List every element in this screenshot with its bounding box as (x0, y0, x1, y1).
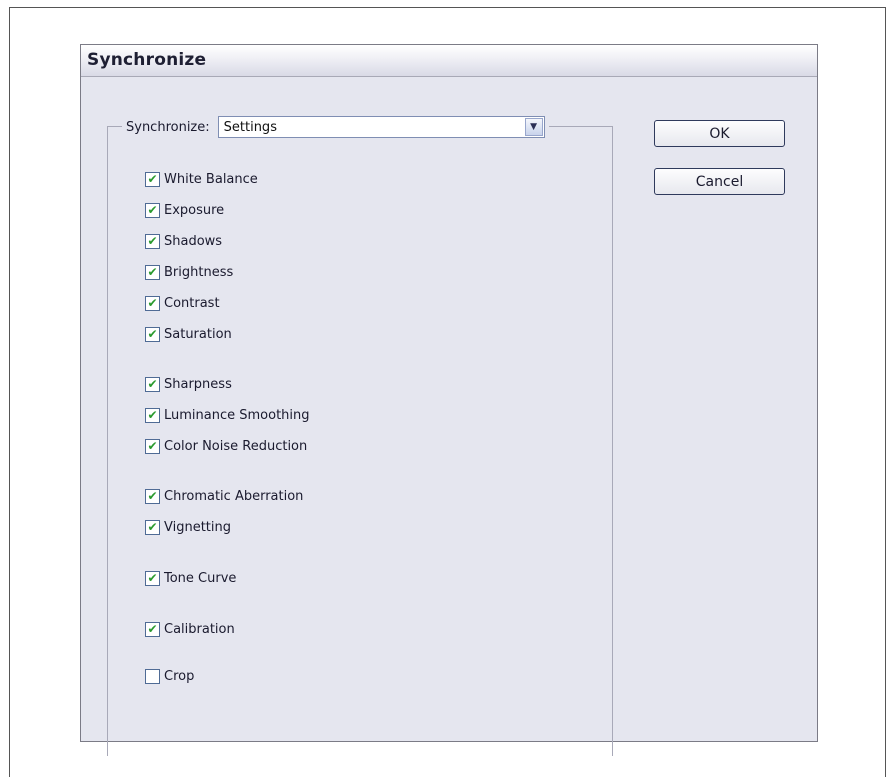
option-brightness[interactable]: ✔ Brightness (145, 262, 233, 282)
ok-button[interactable]: OK (654, 120, 785, 147)
option-label: Brightness (164, 264, 234, 280)
chevron-down-icon[interactable]: ▼ (524, 118, 543, 136)
option-chromatic-aberration[interactable]: ✔ Chromatic Aberration (145, 486, 303, 506)
option-crop[interactable]: Crop (145, 666, 194, 686)
checkbox[interactable]: ✔ (145, 295, 160, 311)
title-bar: Synchronize (81, 45, 817, 77)
option-label: Exposure (164, 202, 225, 218)
option-contrast[interactable]: ✔ Contrast (145, 293, 220, 313)
checkbox[interactable]: ✔ (145, 233, 160, 249)
checkbox[interactable]: ✔ (145, 438, 160, 454)
checkbox[interactable]: ✔ (145, 407, 160, 423)
option-label: Sharpness (164, 376, 232, 392)
checkbox[interactable]: ✔ (145, 488, 160, 504)
synchronize-dialog: Synchronize Synchronize: Settings ▼ ✔ Wh… (80, 44, 818, 756)
option-luminance-smoothing[interactable]: ✔ Luminance Smoothing (145, 405, 310, 425)
option-label: Contrast (164, 295, 220, 311)
option-calibration[interactable]: ✔ Calibration (145, 619, 235, 639)
checkbox[interactable]: ✔ (145, 570, 160, 586)
option-white-balance[interactable]: ✔ White Balance (145, 169, 258, 189)
option-label: Tone Curve (164, 570, 237, 586)
option-label: Shadows (164, 233, 223, 249)
option-tone-curve[interactable]: ✔ Tone Curve (145, 568, 236, 588)
checkbox[interactable]: ✔ (145, 264, 160, 280)
option-label: Chromatic Aberration (164, 488, 304, 504)
synchronize-select[interactable]: Settings ▼ (217, 116, 545, 138)
option-label: Luminance Smoothing (164, 407, 310, 423)
checkbox[interactable]: ✔ (145, 202, 160, 218)
synchronize-label: Synchronize: (126, 119, 210, 135)
checkbox[interactable]: ✔ (145, 326, 160, 342)
option-exposure[interactable]: ✔ Exposure (145, 200, 224, 220)
option-label: Calibration (164, 621, 235, 637)
dialog-title: Synchronize (87, 50, 207, 70)
option-label: Crop (164, 668, 195, 684)
synchronize-select-value: Settings (223, 119, 277, 135)
option-label: Color Noise Reduction (164, 438, 308, 454)
option-sharpness[interactable]: ✔ Sharpness (145, 374, 232, 394)
cancel-button[interactable]: Cancel (654, 168, 785, 195)
checkbox[interactable] (145, 668, 160, 684)
option-label: Vignetting (164, 519, 232, 535)
checkbox[interactable]: ✔ (145, 519, 160, 535)
option-vignetting[interactable]: ✔ Vignetting (145, 517, 231, 537)
synchronize-header: Synchronize: Settings ▼ (122, 116, 549, 138)
option-label: Saturation (164, 326, 232, 342)
option-label: White Balance (164, 171, 258, 187)
option-color-noise-reduction[interactable]: ✔ Color Noise Reduction (145, 436, 307, 456)
checkbox[interactable]: ✔ (145, 621, 160, 637)
checkbox[interactable]: ✔ (145, 376, 160, 392)
checkbox[interactable]: ✔ (145, 171, 160, 187)
option-saturation[interactable]: ✔ Saturation (145, 324, 232, 344)
option-shadows[interactable]: ✔ Shadows (145, 231, 222, 251)
